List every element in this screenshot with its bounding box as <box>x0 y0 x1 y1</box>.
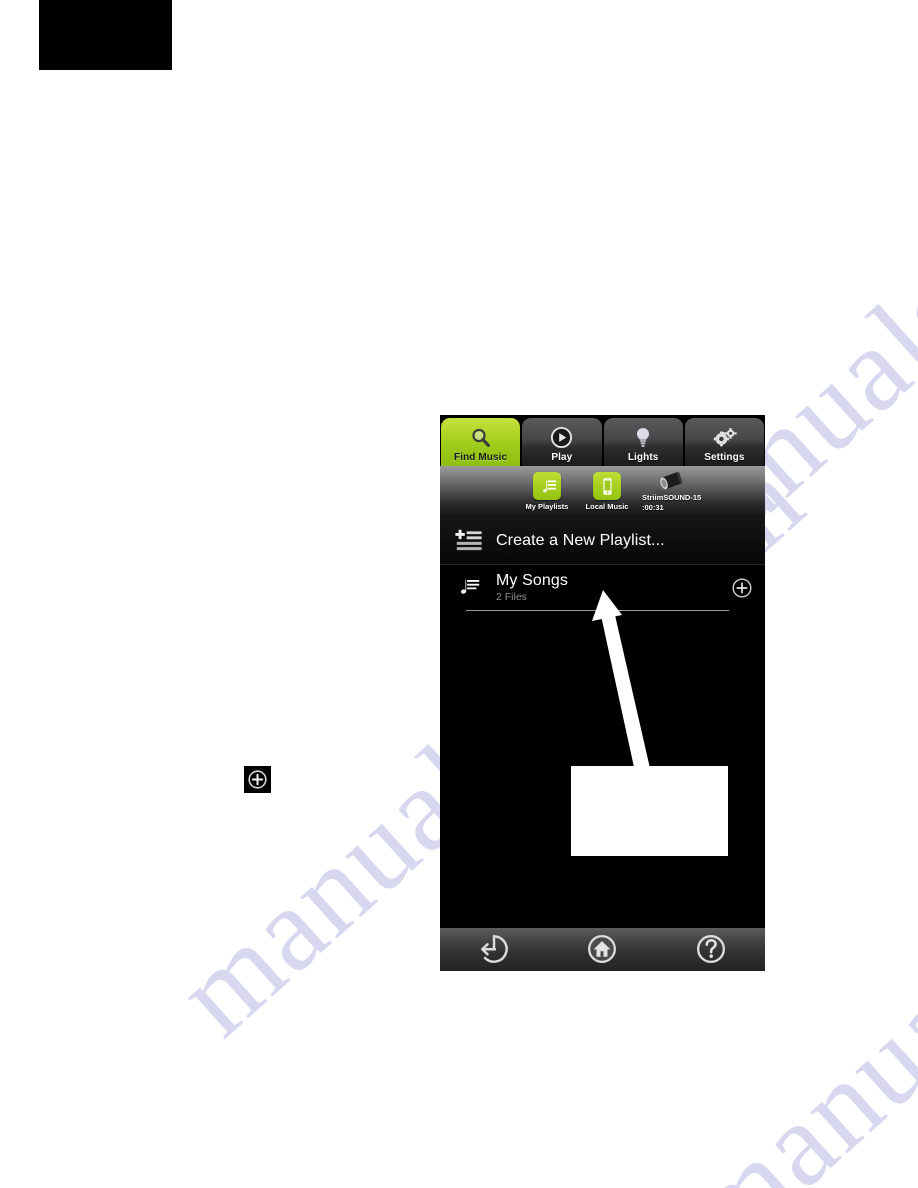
tab-play[interactable]: Play <box>522 417 602 466</box>
create-new-playlist-row[interactable]: Create a New Playlist... <box>440 517 765 565</box>
blank-callout-box <box>571 766 728 856</box>
playlist-add-button[interactable] <box>719 577 765 599</box>
home-circle-icon[interactable] <box>582 929 622 969</box>
plus-circle-icon <box>244 766 271 793</box>
main-tab-bar: Find Music Play Lights Settings <box>440 415 765 466</box>
tab-lights[interactable]: Lights <box>603 417 683 466</box>
redacted-header-block <box>39 0 172 70</box>
lightbulb-icon <box>632 425 654 451</box>
sub-item-local-music[interactable]: Local Music <box>577 472 637 511</box>
sub-item-label: My Playlists <box>525 502 569 512</box>
table-row[interactable]: My Songs 2 Files <box>440 564 765 611</box>
create-row-text: Create a New Playlist... <box>490 532 765 550</box>
back-arrow-circle-icon[interactable] <box>474 929 514 969</box>
question-circle-icon[interactable] <box>691 929 731 969</box>
row-divider <box>466 609 729 611</box>
bottom-nav-bar <box>440 926 765 971</box>
music-note-list-icon <box>454 576 490 600</box>
connected-device[interactable]: StriimSOUND-15 :00:31 <box>642 469 701 512</box>
tab-find-music[interactable]: Find Music <box>441 417 521 466</box>
device-name: StriimSOUND-15 <box>642 493 702 503</box>
magnifier-icon <box>469 425 493 451</box>
device-time: :00:31 <box>642 502 664 512</box>
add-to-list-icon <box>454 527 490 554</box>
sub-item-my-playlists[interactable]: My Playlists <box>517 472 577 511</box>
source-sub-toolbar: My Playlists Local Music StriimSOUND-15 … <box>440 465 765 518</box>
tab-label: Settings <box>704 451 745 463</box>
playlist-list: Create a New Playlist... My Songs 2 File… <box>440 517 765 927</box>
create-row-label: Create a New Playlist... <box>496 531 665 549</box>
tab-settings[interactable]: Settings <box>684 417 764 466</box>
sub-item-label: Local Music <box>585 502 629 512</box>
play-circle-icon <box>550 425 573 451</box>
playlist-text: My Songs 2 Files <box>490 572 719 604</box>
playlist-title: My Songs <box>496 571 568 589</box>
playlist-subtitle: 2 Files <box>496 590 527 603</box>
gears-icon <box>711 425 738 451</box>
speaker-icon <box>655 469 689 493</box>
app-screen: Find Music Play Lights Settings My Playl… <box>440 415 765 971</box>
phone-icon <box>593 472 621 501</box>
tab-label: Find Music <box>454 451 508 463</box>
tab-label: Lights <box>627 451 659 463</box>
playlist-note-icon <box>533 472 561 501</box>
tab-label: Play <box>551 451 573 463</box>
